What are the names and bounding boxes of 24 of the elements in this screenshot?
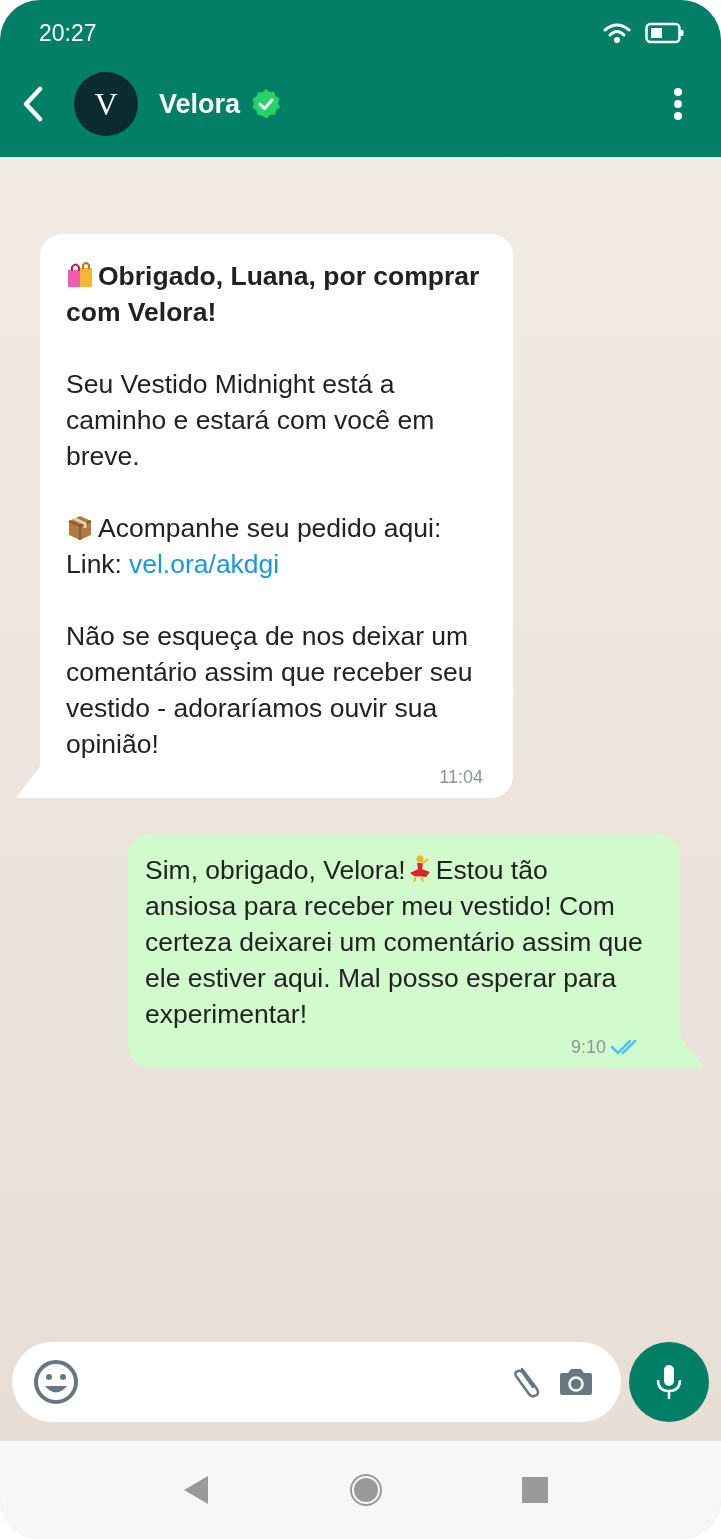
link-label: Link: [66, 549, 122, 579]
nav-home-icon[interactable] [349, 1474, 382, 1506]
message-time: 9:10 [570, 1036, 606, 1058]
contact-avatar[interactable]: V [74, 72, 138, 136]
contact-name[interactable]: Velora [159, 88, 241, 120]
message-text: Acompanhe seu pedido aqui: [66, 510, 483, 546]
message-heading: Obrigado, Luana, por comprar com Velora! [66, 260, 481, 329]
message-text: Não se esqueça de nos deixar um comentário assim que receber seu vestido - adoraríamos ouvir sua opinião! [66, 621, 473, 759]
battery-icon [645, 22, 685, 44]
microphone-icon [656, 1364, 682, 1400]
camera-icon[interactable] [558, 1367, 594, 1397]
emoji-icon[interactable] [33, 1359, 79, 1405]
message-text: Seu Vestido Midnight está a caminho e estará com você em breve. [66, 369, 435, 471]
status-time: 20:27 [39, 19, 97, 47]
back-icon[interactable] [22, 86, 44, 122]
nav-back-icon[interactable] [183, 1476, 210, 1504]
wifi-icon [603, 22, 631, 44]
tracking-link[interactable]: vel.ora/akdgi [129, 549, 280, 579]
message-text: Sim, obrigado, Velora! Estou tão ansiosa para receber meu vestido! Com certeza deixarei um comentário assim que ele estiver aqui. Mal posso esperar para experimentar! [145, 854, 644, 1031]
more-options-icon[interactable] [673, 88, 683, 120]
shopping-bag-icon [66, 261, 94, 289]
nav-recents-icon[interactable] [521, 1477, 548, 1503]
package-icon [66, 513, 94, 541]
message-time: 11:04 [439, 766, 483, 788]
